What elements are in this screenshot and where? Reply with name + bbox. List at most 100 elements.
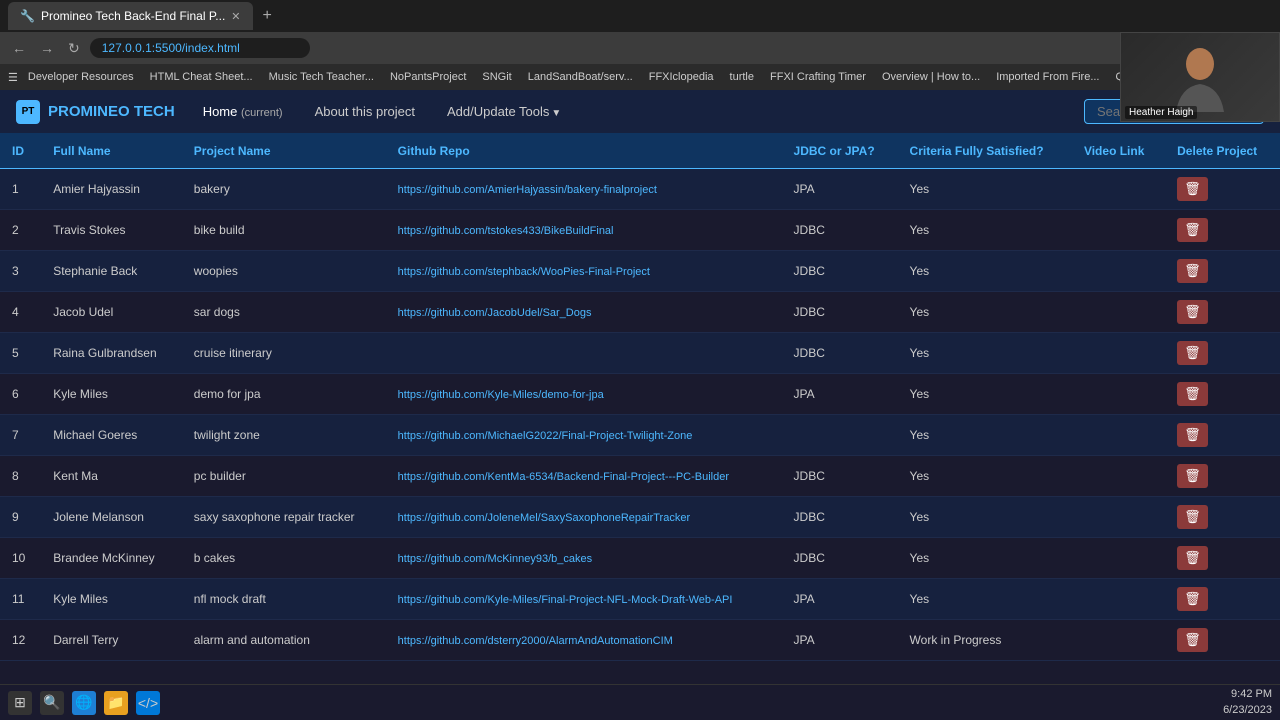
taskbar-browser-icon[interactable]: 🌐 bbox=[72, 691, 96, 715]
repo-link[interactable]: https://github.com/stephback/WooPies-Fin… bbox=[398, 266, 650, 278]
cell-id: 2 bbox=[0, 210, 41, 251]
repo-link[interactable]: https://github.com/tstokes433/BikeBuildF… bbox=[398, 225, 614, 237]
trash-icon: 🗑 bbox=[1184, 345, 1201, 360]
cell-jdbcjpa: JDBC bbox=[782, 251, 898, 292]
cell-name: Darrell Terry bbox=[41, 620, 182, 661]
cell-id: 7 bbox=[0, 415, 41, 456]
cell-criteria: Yes bbox=[898, 251, 1072, 292]
col-project: Project Name bbox=[182, 134, 386, 169]
bookmark-overview[interactable]: Overview | How to... bbox=[876, 69, 986, 85]
col-fullname: Full Name bbox=[41, 134, 182, 169]
bookmark-ffxi[interactable]: FFXIclopedia bbox=[643, 69, 720, 85]
trash-icon: 🗑 bbox=[1184, 550, 1201, 565]
repo-link[interactable]: https://github.com/McKinney93/b_cakes bbox=[398, 553, 592, 565]
bookmarks-bar: ☰ Developer Resources HTML Cheat Sheet..… bbox=[0, 64, 1280, 90]
bookmark-landsand[interactable]: LandSandBoat/serv... bbox=[522, 69, 639, 85]
taskbar-explorer-icon[interactable]: 📁 bbox=[104, 691, 128, 715]
col-id: ID bbox=[0, 134, 41, 169]
delete-button[interactable]: 🗑 bbox=[1177, 505, 1208, 529]
repo-link[interactable]: https://github.com/Kyle-Miles/Final-Proj… bbox=[398, 594, 733, 606]
new-tab-button[interactable]: + bbox=[257, 7, 278, 25]
bookmark-html[interactable]: HTML Cheat Sheet... bbox=[144, 69, 259, 85]
cell-id: 1 bbox=[0, 169, 41, 210]
delete-button[interactable]: 🗑 bbox=[1177, 423, 1208, 447]
delete-button[interactable]: 🗑 bbox=[1177, 546, 1208, 570]
cell-criteria: Yes bbox=[898, 497, 1072, 538]
start-button[interactable]: ⊞ bbox=[8, 691, 32, 715]
cell-repo: https://github.com/tstokes433/BikeBuildF… bbox=[386, 210, 782, 251]
nav-home[interactable]: Home (current) bbox=[195, 100, 291, 123]
cell-repo: https://github.com/KentMa-6534/Backend-F… bbox=[386, 456, 782, 497]
cell-repo: https://github.com/dsterry2000/AlarmAndA… bbox=[386, 620, 782, 661]
tab-close-button[interactable]: ✕ bbox=[231, 10, 240, 23]
cell-delete: 🗑 bbox=[1165, 210, 1280, 251]
cell-id: 4 bbox=[0, 292, 41, 333]
table-row: 4 Jacob Udel sar dogs https://github.com… bbox=[0, 292, 1280, 333]
repo-link[interactable]: https://github.com/Kyle-Miles/demo-for-j… bbox=[398, 389, 604, 401]
cell-delete: 🗑 bbox=[1165, 292, 1280, 333]
bookmark-music[interactable]: Music Tech Teacher... bbox=[263, 69, 380, 85]
reload-button[interactable]: ↻ bbox=[64, 38, 84, 59]
cell-delete: 🗑 bbox=[1165, 497, 1280, 538]
url-box[interactable]: 127.0.0.1:5500/index.html bbox=[90, 38, 310, 58]
cell-project: saxy saxophone repair tracker bbox=[182, 497, 386, 538]
delete-button[interactable]: 🗑 bbox=[1177, 464, 1208, 488]
webcam-name: Heather Haigh bbox=[1125, 106, 1197, 119]
cell-video bbox=[1072, 169, 1165, 210]
cell-criteria: Yes bbox=[898, 579, 1072, 620]
delete-button[interactable]: 🗑 bbox=[1177, 177, 1208, 201]
cell-name: Jacob Udel bbox=[41, 292, 182, 333]
repo-link[interactable]: https://github.com/MichaelG2022/Final-Pr… bbox=[398, 430, 693, 442]
cell-name: Stephanie Back bbox=[41, 251, 182, 292]
webcam-overlay: Heather Haigh bbox=[1120, 32, 1280, 122]
bookmark-developer[interactable]: Developer Resources bbox=[22, 69, 140, 85]
repo-link[interactable]: https://github.com/JoleneMel/SaxySaxopho… bbox=[398, 512, 690, 524]
cell-criteria: Yes bbox=[898, 169, 1072, 210]
cell-video bbox=[1072, 415, 1165, 456]
repo-link[interactable]: https://github.com/AmierHajyassin/bakery… bbox=[398, 184, 657, 196]
table-row: 9 Jolene Melanson saxy saxophone repair … bbox=[0, 497, 1280, 538]
cell-criteria: Yes bbox=[898, 538, 1072, 579]
col-video: Video Link bbox=[1072, 134, 1165, 169]
trash-icon: 🗑 bbox=[1184, 263, 1201, 278]
tab-bar: 🔧 Promineo Tech Back-End Final P... ✕ + bbox=[0, 0, 1280, 32]
delete-button[interactable]: 🗑 bbox=[1177, 341, 1208, 365]
cell-video bbox=[1072, 251, 1165, 292]
repo-link[interactable]: https://github.com/KentMa-6534/Backend-F… bbox=[398, 471, 729, 483]
cell-delete: 🗑 bbox=[1165, 251, 1280, 292]
bookmark-turtle[interactable]: turtle bbox=[724, 69, 760, 85]
trash-icon: 🗑 bbox=[1184, 181, 1201, 196]
delete-button[interactable]: 🗑 bbox=[1177, 300, 1208, 324]
cell-name: Kent Ma bbox=[41, 456, 182, 497]
delete-button[interactable]: 🗑 bbox=[1177, 382, 1208, 406]
table-row: 1 Amier Hajyassin bakery https://github.… bbox=[0, 169, 1280, 210]
nav-add-update[interactable]: Add/Update Tools▼ bbox=[439, 100, 569, 123]
back-button[interactable]: ← bbox=[8, 38, 30, 58]
search-taskbar-button[interactable]: 🔍 bbox=[40, 691, 64, 715]
cell-delete: 🗑 bbox=[1165, 456, 1280, 497]
delete-button[interactable]: 🗑 bbox=[1177, 218, 1208, 242]
repo-link[interactable]: https://github.com/JacobUdel/Sar_Dogs bbox=[398, 307, 592, 319]
delete-button[interactable]: 🗑 bbox=[1177, 259, 1208, 283]
nav-about[interactable]: About this project bbox=[307, 100, 423, 123]
taskbar-vscode-icon[interactable]: </> bbox=[136, 691, 160, 715]
forward-button[interactable]: → bbox=[36, 38, 58, 58]
bookmark-sngit[interactable]: SNGit bbox=[476, 69, 517, 85]
cell-criteria: Work in Progress bbox=[898, 620, 1072, 661]
bookmark-nopants[interactable]: NoPantsProject bbox=[384, 69, 472, 85]
tab-favicon: 🔧 bbox=[20, 9, 35, 23]
cell-project: sar dogs bbox=[182, 292, 386, 333]
address-bar: ← → ↻ 127.0.0.1:5500/index.html bbox=[0, 32, 1280, 64]
cell-jdbcjpa: JDBC bbox=[782, 292, 898, 333]
repo-link[interactable]: https://github.com/dsterry2000/AlarmAndA… bbox=[398, 635, 673, 647]
cell-jdbcjpa: JDBC bbox=[782, 456, 898, 497]
nav-links: Home (current) About this project Add/Up… bbox=[195, 100, 570, 123]
bookmark-imported[interactable]: Imported From Fire... bbox=[990, 69, 1105, 85]
cell-delete: 🗑 bbox=[1165, 579, 1280, 620]
active-tab[interactable]: 🔧 Promineo Tech Back-End Final P... ✕ bbox=[8, 2, 253, 30]
trash-icon: 🗑 bbox=[1184, 386, 1201, 401]
bookmark-crafting[interactable]: FFXI Crafting Timer bbox=[764, 69, 872, 85]
delete-button[interactable]: 🗑 bbox=[1177, 628, 1208, 652]
delete-button[interactable]: 🗑 bbox=[1177, 587, 1208, 611]
cell-video bbox=[1072, 579, 1165, 620]
